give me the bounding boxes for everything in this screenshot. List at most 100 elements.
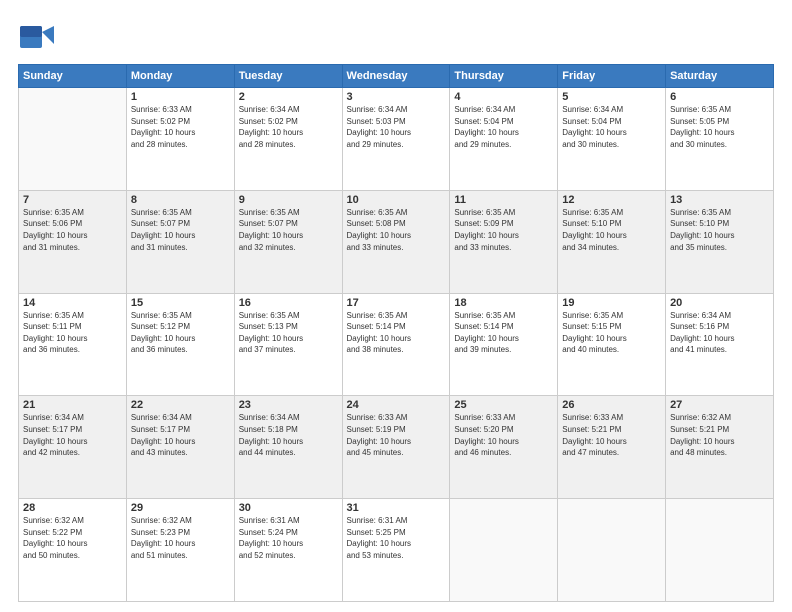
day-cell: 21Sunrise: 6:34 AM Sunset: 5:17 PM Dayli… [19,396,127,499]
day-info: Sunrise: 6:33 AM Sunset: 5:02 PM Dayligh… [131,104,230,150]
day-number: 20 [670,297,769,309]
day-cell: 18Sunrise: 6:35 AM Sunset: 5:14 PM Dayli… [450,293,558,396]
day-info: Sunrise: 6:35 AM Sunset: 5:14 PM Dayligh… [347,310,446,356]
day-number: 18 [454,297,553,309]
week-row-2: 14Sunrise: 6:35 AM Sunset: 5:11 PM Dayli… [19,293,774,396]
day-number: 16 [239,297,338,309]
day-info: Sunrise: 6:34 AM Sunset: 5:03 PM Dayligh… [347,104,446,150]
day-number: 24 [347,399,446,411]
day-cell: 24Sunrise: 6:33 AM Sunset: 5:19 PM Dayli… [342,396,450,499]
day-info: Sunrise: 6:35 AM Sunset: 5:10 PM Dayligh… [562,207,661,253]
day-number: 21 [23,399,122,411]
day-cell: 16Sunrise: 6:35 AM Sunset: 5:13 PM Dayli… [234,293,342,396]
day-cell: 4Sunrise: 6:34 AM Sunset: 5:04 PM Daylig… [450,88,558,191]
day-cell: 5Sunrise: 6:34 AM Sunset: 5:04 PM Daylig… [558,88,666,191]
day-info: Sunrise: 6:34 AM Sunset: 5:04 PM Dayligh… [454,104,553,150]
day-info: Sunrise: 6:32 AM Sunset: 5:22 PM Dayligh… [23,515,122,561]
weekday-tuesday: Tuesday [234,65,342,88]
day-number: 26 [562,399,661,411]
day-cell: 10Sunrise: 6:35 AM Sunset: 5:08 PM Dayli… [342,190,450,293]
day-cell: 25Sunrise: 6:33 AM Sunset: 5:20 PM Dayli… [450,396,558,499]
day-number: 6 [670,91,769,103]
day-number: 28 [23,502,122,514]
day-info: Sunrise: 6:35 AM Sunset: 5:07 PM Dayligh… [131,207,230,253]
day-info: Sunrise: 6:33 AM Sunset: 5:21 PM Dayligh… [562,412,661,458]
day-info: Sunrise: 6:34 AM Sunset: 5:17 PM Dayligh… [131,412,230,458]
day-number: 13 [670,194,769,206]
weekday-saturday: Saturday [666,65,774,88]
day-cell: 13Sunrise: 6:35 AM Sunset: 5:10 PM Dayli… [666,190,774,293]
weekday-friday: Friday [558,65,666,88]
day-cell: 22Sunrise: 6:34 AM Sunset: 5:17 PM Dayli… [126,396,234,499]
day-number: 29 [131,502,230,514]
day-info: Sunrise: 6:35 AM Sunset: 5:05 PM Dayligh… [670,104,769,150]
day-number: 2 [239,91,338,103]
weekday-monday: Monday [126,65,234,88]
day-number: 22 [131,399,230,411]
day-cell: 27Sunrise: 6:32 AM Sunset: 5:21 PM Dayli… [666,396,774,499]
day-info: Sunrise: 6:31 AM Sunset: 5:24 PM Dayligh… [239,515,338,561]
day-info: Sunrise: 6:35 AM Sunset: 5:09 PM Dayligh… [454,207,553,253]
day-info: Sunrise: 6:35 AM Sunset: 5:11 PM Dayligh… [23,310,122,356]
day-cell: 26Sunrise: 6:33 AM Sunset: 5:21 PM Dayli… [558,396,666,499]
day-info: Sunrise: 6:35 AM Sunset: 5:12 PM Dayligh… [131,310,230,356]
day-info: Sunrise: 6:35 AM Sunset: 5:07 PM Dayligh… [239,207,338,253]
week-row-3: 21Sunrise: 6:34 AM Sunset: 5:17 PM Dayli… [19,396,774,499]
day-cell: 19Sunrise: 6:35 AM Sunset: 5:15 PM Dayli… [558,293,666,396]
day-cell: 15Sunrise: 6:35 AM Sunset: 5:12 PM Dayli… [126,293,234,396]
logo-icon [18,18,56,56]
day-cell: 9Sunrise: 6:35 AM Sunset: 5:07 PM Daylig… [234,190,342,293]
day-cell: 8Sunrise: 6:35 AM Sunset: 5:07 PM Daylig… [126,190,234,293]
day-number: 4 [454,91,553,103]
day-number: 3 [347,91,446,103]
day-info: Sunrise: 6:35 AM Sunset: 5:13 PM Dayligh… [239,310,338,356]
day-info: Sunrise: 6:34 AM Sunset: 5:18 PM Dayligh… [239,412,338,458]
day-info: Sunrise: 6:35 AM Sunset: 5:14 PM Dayligh… [454,310,553,356]
day-number: 27 [670,399,769,411]
page: SundayMondayTuesdayWednesdayThursdayFrid… [0,0,792,612]
day-info: Sunrise: 6:34 AM Sunset: 5:16 PM Dayligh… [670,310,769,356]
day-number: 15 [131,297,230,309]
week-row-1: 7Sunrise: 6:35 AM Sunset: 5:06 PM Daylig… [19,190,774,293]
day-number: 23 [239,399,338,411]
day-number: 31 [347,502,446,514]
day-cell: 23Sunrise: 6:34 AM Sunset: 5:18 PM Dayli… [234,396,342,499]
day-info: Sunrise: 6:32 AM Sunset: 5:23 PM Dayligh… [131,515,230,561]
day-cell: 6Sunrise: 6:35 AM Sunset: 5:05 PM Daylig… [666,88,774,191]
day-info: Sunrise: 6:35 AM Sunset: 5:15 PM Dayligh… [562,310,661,356]
day-cell [558,499,666,602]
day-cell: 29Sunrise: 6:32 AM Sunset: 5:23 PM Dayli… [126,499,234,602]
day-number: 12 [562,194,661,206]
day-cell: 31Sunrise: 6:31 AM Sunset: 5:25 PM Dayli… [342,499,450,602]
weekday-thursday: Thursday [450,65,558,88]
week-row-4: 28Sunrise: 6:32 AM Sunset: 5:22 PM Dayli… [19,499,774,602]
day-number: 14 [23,297,122,309]
weekday-wednesday: Wednesday [342,65,450,88]
header [18,18,774,56]
day-info: Sunrise: 6:33 AM Sunset: 5:20 PM Dayligh… [454,412,553,458]
day-number: 9 [239,194,338,206]
day-cell: 20Sunrise: 6:34 AM Sunset: 5:16 PM Dayli… [666,293,774,396]
day-number: 17 [347,297,446,309]
day-info: Sunrise: 6:35 AM Sunset: 5:08 PM Dayligh… [347,207,446,253]
day-info: Sunrise: 6:31 AM Sunset: 5:25 PM Dayligh… [347,515,446,561]
day-cell: 1Sunrise: 6:33 AM Sunset: 5:02 PM Daylig… [126,88,234,191]
day-cell: 30Sunrise: 6:31 AM Sunset: 5:24 PM Dayli… [234,499,342,602]
day-cell [666,499,774,602]
day-info: Sunrise: 6:32 AM Sunset: 5:21 PM Dayligh… [670,412,769,458]
day-number: 25 [454,399,553,411]
day-cell: 3Sunrise: 6:34 AM Sunset: 5:03 PM Daylig… [342,88,450,191]
day-number: 19 [562,297,661,309]
day-number: 8 [131,194,230,206]
day-info: Sunrise: 6:34 AM Sunset: 5:17 PM Dayligh… [23,412,122,458]
day-cell: 28Sunrise: 6:32 AM Sunset: 5:22 PM Dayli… [19,499,127,602]
day-cell: 2Sunrise: 6:34 AM Sunset: 5:02 PM Daylig… [234,88,342,191]
day-cell [19,88,127,191]
day-cell: 12Sunrise: 6:35 AM Sunset: 5:10 PM Dayli… [558,190,666,293]
calendar-table: SundayMondayTuesdayWednesdayThursdayFrid… [18,64,774,602]
day-cell [450,499,558,602]
day-number: 7 [23,194,122,206]
day-info: Sunrise: 6:34 AM Sunset: 5:02 PM Dayligh… [239,104,338,150]
weekday-header-row: SundayMondayTuesdayWednesdayThursdayFrid… [19,65,774,88]
day-cell: 7Sunrise: 6:35 AM Sunset: 5:06 PM Daylig… [19,190,127,293]
